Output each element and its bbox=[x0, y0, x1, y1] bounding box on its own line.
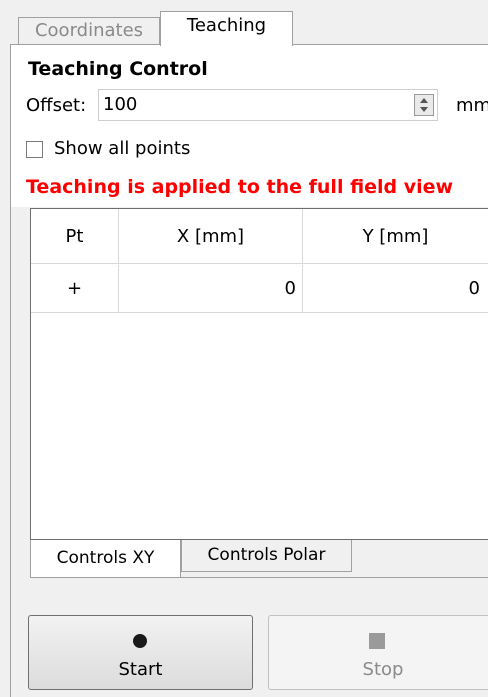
row-y-cell[interactable]: 0 bbox=[303, 265, 488, 313]
start-label: Start bbox=[118, 659, 163, 680]
column-header-x[interactable]: X [mm] bbox=[119, 209, 303, 264]
points-table[interactable]: Pt X [mm] Y [mm] + 0 0 bbox=[30, 208, 488, 540]
spin-up-icon[interactable] bbox=[420, 98, 428, 103]
stop-label: Stop bbox=[362, 659, 404, 680]
spin-down-icon[interactable] bbox=[420, 107, 428, 112]
offset-spinner[interactable] bbox=[414, 94, 434, 116]
stop-button[interactable]: Stop bbox=[268, 615, 488, 690]
offset-unit: mm bbox=[456, 95, 488, 116]
column-header-y[interactable]: Y [mm] bbox=[303, 209, 488, 264]
record-icon bbox=[133, 634, 147, 648]
column-header-pt[interactable]: Pt bbox=[31, 209, 119, 264]
offset-label: Offset: bbox=[26, 95, 87, 116]
tab-controls-xy[interactable]: Controls XY bbox=[30, 540, 181, 578]
tab-controls-polar[interactable]: Controls Polar bbox=[181, 540, 352, 572]
row-pt-cell[interactable]: + bbox=[31, 265, 119, 313]
offset-input[interactable]: 100 bbox=[98, 89, 438, 121]
row-x-cell[interactable]: 0 bbox=[119, 265, 303, 313]
show-all-points-label[interactable]: Show all points bbox=[54, 138, 190, 159]
tab-teaching[interactable]: Teaching bbox=[160, 11, 293, 46]
start-button[interactable]: Start bbox=[28, 615, 253, 690]
tab-bar: Coordinates Teaching bbox=[0, 0, 488, 46]
show-all-points-checkbox[interactable] bbox=[26, 141, 43, 158]
stop-icon bbox=[369, 633, 385, 649]
section-title: Teaching Control bbox=[28, 58, 208, 80]
tab-coordinates[interactable]: Coordinates bbox=[18, 17, 160, 45]
teaching-notice: Teaching is applied to the full field vi… bbox=[26, 176, 454, 198]
